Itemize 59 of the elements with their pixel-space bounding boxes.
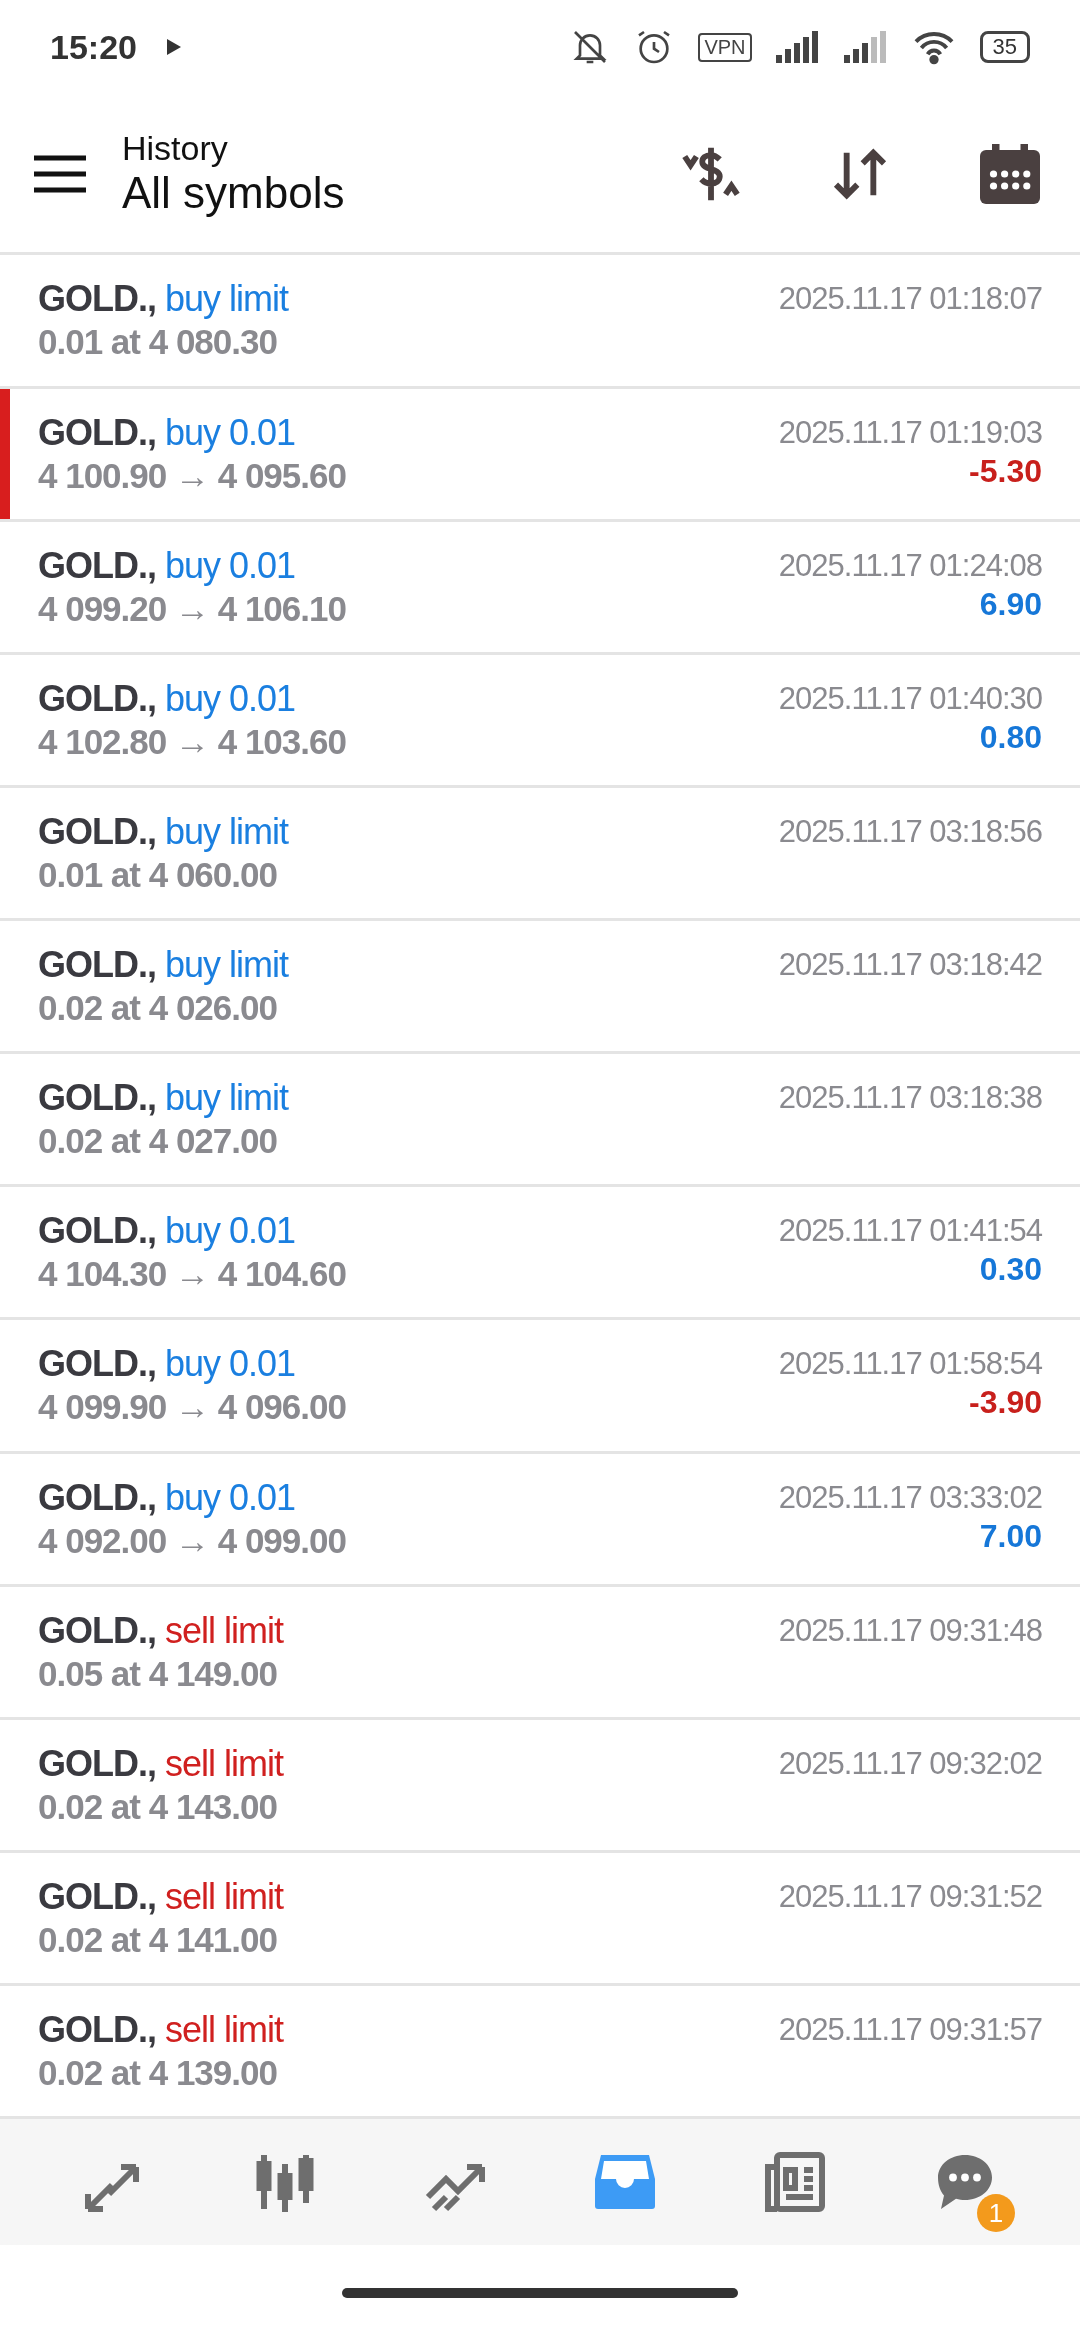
signal-icon: [843, 31, 888, 64]
timestamp: 2025.11.17 01:24:08: [778, 547, 1042, 584]
trade-title: GOLD., sell limit: [38, 1875, 285, 1918]
trade-title: GOLD., buy 0.01: [38, 677, 297, 720]
trade-title: GOLD., buy 0.01: [38, 544, 297, 587]
trade-title: GOLD., buy 0.01: [38, 1476, 297, 1519]
timestamp: 2025.11.17 09:31:48: [778, 1612, 1042, 1649]
order-volume-price: 0.02 at 4 143.00: [38, 1786, 278, 1827]
profit: -5.30: [969, 452, 1042, 491]
price-change: 4 102.80 → 4 103.60: [38, 721, 347, 762]
history-row[interactable]: GOLD., buy 0.01 4 100.90 → 4 095.60 2025.11.17 01:19:03 -5.30: [0, 388, 1080, 522]
trade-title: GOLD., sell limit: [38, 2009, 285, 2052]
timestamp: 2025.11.17 01:19:03: [778, 414, 1042, 451]
trade-title: GOLD., sell limit: [38, 1609, 285, 1652]
home-indicator[interactable]: [342, 2287, 738, 2298]
menu-icon: [34, 153, 86, 194]
order-volume-price: 0.01 at 4 060.00: [38, 854, 278, 895]
timestamp: 2025.11.17 03:33:02: [778, 1479, 1042, 1516]
timestamp: 2025.11.17 03:18:42: [778, 947, 1042, 984]
order-volume-price: 0.01 at 4 080.30: [38, 322, 278, 363]
trade-title: GOLD., buy 0.01: [38, 1210, 297, 1253]
timestamp: 2025.11.17 09:31:52: [778, 1878, 1042, 1915]
order-volume-price: 0.02 at 4 141.00: [38, 1919, 278, 1960]
price-change: 4 099.90 → 4 096.00: [38, 1387, 347, 1428]
notification-badge: 1: [977, 2194, 1015, 2233]
clock: 15:20: [50, 27, 137, 67]
price-change: 4 099.20 → 4 106.10: [38, 588, 347, 629]
timestamp: 2025.11.17 09:32:02: [778, 1745, 1042, 1782]
vpn-indicator: VPN: [698, 32, 752, 62]
timestamp: 2025.11.17 01:40:30: [778, 680, 1042, 717]
timestamp: 2025.11.17 01:18:07: [778, 281, 1042, 318]
battery-indicator: 35: [979, 31, 1030, 64]
trade-title: GOLD., buy limit: [38, 278, 290, 321]
profit: 6.90: [979, 585, 1042, 624]
trade-title: GOLD., buy limit: [38, 1077, 290, 1120]
profit: -3.90: [969, 1384, 1042, 1423]
profit: 0.30: [979, 1251, 1042, 1290]
price-change: 4 100.90 → 4 095.60: [38, 455, 347, 496]
timestamp: 2025.11.17 01:41:54: [778, 1213, 1042, 1250]
price-change: 4 104.30 → 4 104.60: [38, 1254, 347, 1295]
timestamp: 2025.11.17 09:31:57: [778, 2012, 1042, 2049]
timestamp: 2025.11.17 03:18:38: [778, 1080, 1042, 1117]
profit: 7.00: [979, 1517, 1042, 1556]
trade-title: GOLD., buy limit: [38, 810, 290, 853]
screen-title: History: [122, 129, 229, 168]
symbol-filter: All symbols: [122, 168, 345, 218]
order-volume-price: 0.05 at 4 149.00: [38, 1653, 278, 1694]
trade-title: GOLD., sell limit: [38, 1742, 285, 1785]
timestamp: 2025.11.17 01:58:54: [778, 1346, 1042, 1383]
trade-title: GOLD., buy 0.01: [38, 411, 297, 454]
signal-icon: [775, 31, 820, 64]
order-volume-price: 0.02 at 4 027.00: [38, 1121, 278, 1162]
order-volume-price: 0.02 at 4 139.00: [38, 2053, 278, 2094]
trade-title: GOLD., buy limit: [38, 944, 290, 987]
order-volume-price: 0.02 at 4 026.00: [38, 988, 278, 1029]
price-change: 4 092.00 → 4 099.00: [38, 1520, 347, 1561]
profit: 0.80: [979, 718, 1042, 757]
trade-title: GOLD., buy 0.01: [38, 1343, 297, 1386]
timestamp: 2025.11.17 03:18:56: [778, 813, 1042, 850]
